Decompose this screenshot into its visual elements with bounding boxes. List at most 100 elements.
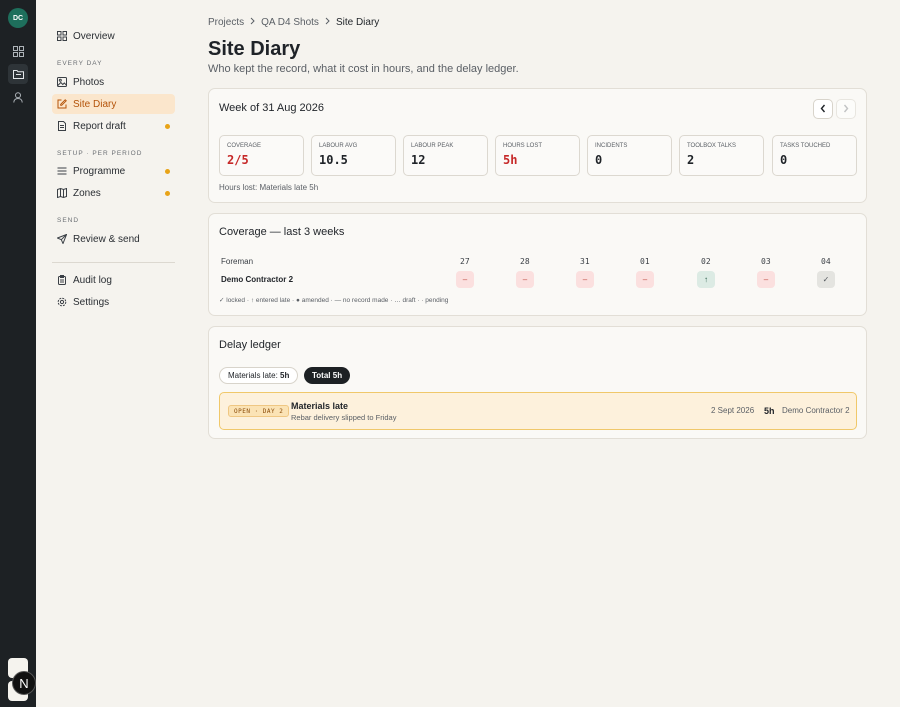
stat-label: TASKS TOUCHED (780, 143, 831, 149)
sidebar-item-label: Zones (73, 187, 101, 199)
map-icon (57, 188, 67, 198)
stat-value: 0 (595, 153, 603, 167)
sidebar-item-label: Review & send (73, 233, 140, 245)
user-icon[interactable] (8, 87, 28, 107)
edit-icon (57, 99, 67, 109)
coverage-cell[interactable]: – (757, 271, 775, 288)
filter-chip-value: 5h (280, 371, 290, 380)
breadcrumb-current: Site Diary (335, 16, 380, 28)
breadcrumb-project[interactable]: QA D4 Shots (261, 17, 319, 28)
sidebar-item-overview[interactable]: Overview (52, 26, 175, 46)
stat-labour-avg: LABOUR AVG 10.5 (311, 135, 396, 176)
stat-label: COVERAGE (227, 143, 262, 149)
section-label-setup: SETUP · PER PERIOD (57, 150, 143, 157)
delay-entry-date: 2 Sept 2026 (711, 406, 755, 415)
list-icon (57, 166, 67, 176)
sidebar: Overview EVERY DAY Photos Site Diary Rep… (36, 0, 188, 707)
coverage-cell[interactable]: ✓ (817, 271, 835, 288)
contractor-name: Demo Contractor 2 (221, 275, 294, 284)
stat-labour-peak: LABOUR PEAK 12 (403, 135, 488, 176)
user-avatar[interactable]: DC (8, 8, 28, 28)
coverage-title: Coverage — last 3 weeks (219, 226, 345, 238)
sidebar-item-site-diary[interactable]: Site Diary (52, 94, 175, 114)
section-label-send: SEND (57, 217, 80, 224)
sidebar-item-label: Audit log (73, 274, 112, 286)
delay-entry-hours: 5h (764, 406, 775, 416)
breadcrumb-projects[interactable]: Projects (208, 17, 244, 28)
stat-label: HOURS LOST (503, 143, 543, 149)
status-dot (165, 124, 170, 129)
coverage-cell[interactable]: – (456, 271, 474, 288)
stat-label: LABOUR PEAK (411, 143, 454, 149)
day-header: 27 (460, 257, 470, 266)
stat-label: LABOUR AVG (319, 143, 358, 149)
week-title: Week of 31 Aug 2026 (219, 102, 324, 114)
stat-value: 12 (411, 153, 426, 167)
day-header: 04 (821, 257, 831, 266)
day-header: 28 (520, 257, 530, 266)
sidebar-item-report-draft[interactable]: Report draft (52, 116, 175, 136)
sidebar-item-programme[interactable]: Programme (52, 161, 175, 181)
chevron-left-icon (820, 100, 826, 118)
chevron-right-icon (325, 17, 330, 28)
send-icon (57, 234, 67, 244)
stat-value: 10.5 (319, 153, 348, 167)
chevron-right-icon (843, 100, 849, 118)
folder-icon[interactable] (8, 64, 28, 84)
sidebar-item-label: Programme (73, 165, 126, 177)
stat-toolbox-talks: TOOLBOX TALKS 2 (679, 135, 764, 176)
stat-value: 0 (780, 153, 788, 167)
delay-ledger-title: Delay ledger (219, 339, 281, 351)
stat-value: 2 (687, 153, 695, 167)
section-label-every-day: EVERY DAY (57, 60, 103, 67)
sidebar-item-label: Settings (73, 296, 110, 308)
day-header: 02 (701, 257, 711, 266)
page-subtitle: Who kept the record, what it cost in hou… (208, 63, 519, 75)
page-title: Site Diary (208, 38, 301, 60)
stat-tasks-touched: TASKS TOUCHED 0 (772, 135, 857, 176)
sidebar-item-review-send[interactable]: Review & send (52, 229, 175, 249)
document-icon (57, 121, 67, 131)
week-summary-card: Week of 31 Aug 2026 COVERAGE 2/5 LABOUR … (208, 88, 867, 203)
filter-chip-label: Materials late: (228, 371, 281, 380)
breadcrumb: Projects QA D4 Shots Site Diary (208, 16, 379, 28)
sidebar-item-zones[interactable]: Zones (52, 183, 175, 203)
coverage-cell[interactable]: ↑ (697, 271, 715, 288)
sidebar-item-label: Overview (73, 30, 115, 42)
day-header: 03 (761, 257, 771, 266)
hours-lost-note: Hours lost: Materials late 5h (219, 183, 319, 192)
delay-entry-title: Materials late (291, 401, 349, 411)
chevron-right-icon (250, 17, 255, 28)
status-dot (165, 191, 170, 196)
coverage-card: Coverage — last 3 weeks Foreman 27 28 31… (208, 213, 867, 316)
coverage-cell[interactable]: – (576, 271, 594, 288)
image-icon (57, 77, 67, 87)
day-header: 31 (580, 257, 590, 266)
stat-hours-lost: HOURS LOST 5h (495, 135, 580, 176)
grid-icon[interactable] (8, 41, 28, 61)
stat-incidents: INCIDENTS 0 (587, 135, 672, 176)
day-header: 01 (640, 257, 650, 266)
coverage-cell[interactable]: – (516, 271, 534, 288)
gear-icon (57, 297, 67, 307)
total-chip[interactable]: Total 5h (304, 367, 351, 384)
prev-week-button[interactable] (813, 99, 833, 119)
sidebar-item-audit-log[interactable]: Audit log (52, 270, 175, 290)
delay-entry-contractor: Demo Contractor 2 (782, 406, 850, 415)
sidebar-item-settings[interactable]: Settings (52, 292, 175, 312)
app-badge[interactable]: N (12, 671, 36, 695)
stat-label: INCIDENTS (595, 143, 628, 149)
stat-value: 5h (503, 153, 518, 167)
coverage-cell[interactable]: – (636, 271, 654, 288)
next-week-button[interactable] (836, 99, 856, 119)
delay-entry[interactable]: OPEN · DAY 2 Materials late Rebar delive… (219, 392, 857, 430)
grid-icon (57, 31, 67, 41)
delay-entry-note: Rebar delivery slipped to Friday (291, 413, 397, 422)
coverage-legend: ✓ locked · ↑ entered late · ● amended · … (219, 297, 449, 304)
filter-chip-materials-late[interactable]: Materials late: 5h (219, 367, 299, 384)
sidebar-divider (52, 262, 175, 263)
status-dot (165, 169, 170, 174)
role-header: Foreman (221, 257, 254, 266)
sidebar-item-photos[interactable]: Photos (52, 72, 175, 92)
delay-ledger-card: Delay ledger Materials late: 5h Total 5h… (208, 326, 867, 439)
